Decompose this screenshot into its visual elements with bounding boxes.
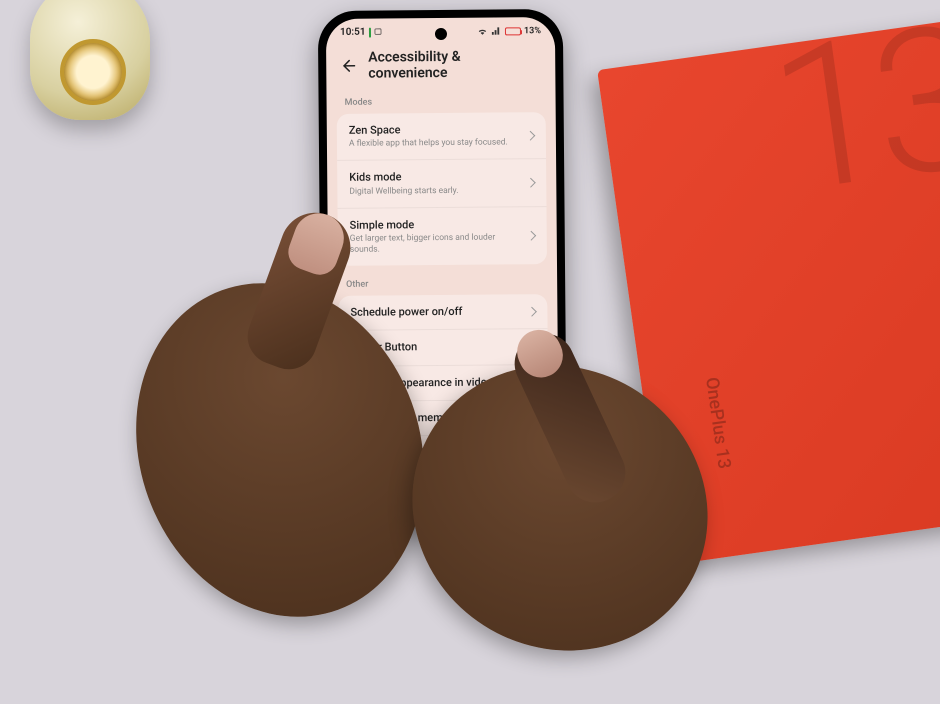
row-title: Schedule power on/off	[350, 304, 520, 320]
page-header: Accessibility & convenience	[326, 40, 555, 94]
row-title: OTG connection	[352, 445, 537, 461]
row-title: Power Button	[351, 340, 521, 356]
row-subtitle: Get better compatibility with peripheral…	[352, 461, 537, 485]
status-time: 10:51	[340, 27, 366, 38]
wifi-icon	[477, 26, 488, 37]
chevron-right-icon	[526, 231, 536, 241]
row-recent-tasks[interactable]: Recent tasks memory	[339, 399, 548, 436]
camera-hole	[434, 28, 446, 40]
row-simple-mode[interactable]: Simple mode Get larger text, bigger icon…	[337, 206, 547, 266]
back-icon[interactable]	[340, 57, 358, 75]
other-card: Schedule power on/off Power Button Retou…	[338, 294, 549, 494]
row-otg[interactable]: OTG connection Get better compatibility …	[339, 434, 549, 494]
row-title: Kids mode	[349, 170, 519, 186]
section-label-modes: Modes	[327, 92, 556, 114]
row-schedule-power[interactable]: Schedule power on/off	[338, 294, 547, 330]
modes-card: Zen Space A flexible app that helps you …	[337, 112, 547, 266]
nav-recents-icon[interactable]	[392, 504, 406, 506]
row-title: Simple mode	[350, 217, 520, 233]
nav-home-icon[interactable]	[438, 504, 452, 506]
chevron-right-icon	[526, 178, 536, 188]
row-title: Recent tasks memory	[351, 410, 521, 426]
row-subtitle: A flexible app that helps you stay focus…	[349, 138, 519, 151]
decorative-clock	[30, 0, 150, 120]
page-title: Accessibility & convenience	[368, 48, 541, 82]
product-number: 13	[758, 0, 940, 240]
row-title: Retouch appearance in video calls	[351, 375, 521, 391]
nav-bar	[330, 503, 559, 507]
cast-icon	[373, 28, 381, 36]
row-zen-space[interactable]: Zen Space A flexible app that helps you …	[337, 112, 546, 160]
phone-screen: 10:51 13% Accessibility & convenience Mo…	[326, 17, 559, 513]
battery-percent: 13%	[524, 26, 541, 36]
row-title: Zen Space	[349, 122, 519, 138]
row-subtitle: Get larger text, bigger icons and louder…	[350, 232, 520, 256]
product-brand: OnePlus 13	[701, 376, 735, 470]
chevron-right-icon	[525, 130, 535, 140]
row-subtitle: Digital Wellbeing starts early.	[349, 185, 519, 198]
section-label-other: Other	[328, 274, 557, 296]
nav-back-icon[interactable]	[484, 504, 498, 506]
battery-icon	[505, 27, 521, 35]
signal-icon	[491, 25, 502, 36]
status-app-indicator	[368, 27, 370, 37]
phone-frame: 10:51 13% Accessibility & convenience Mo…	[318, 9, 567, 521]
row-kids-mode[interactable]: Kids mode Digital Wellbeing starts early…	[337, 158, 546, 207]
chevron-right-icon	[527, 306, 537, 316]
product-box: 13 OnePlus 13	[597, 15, 940, 566]
